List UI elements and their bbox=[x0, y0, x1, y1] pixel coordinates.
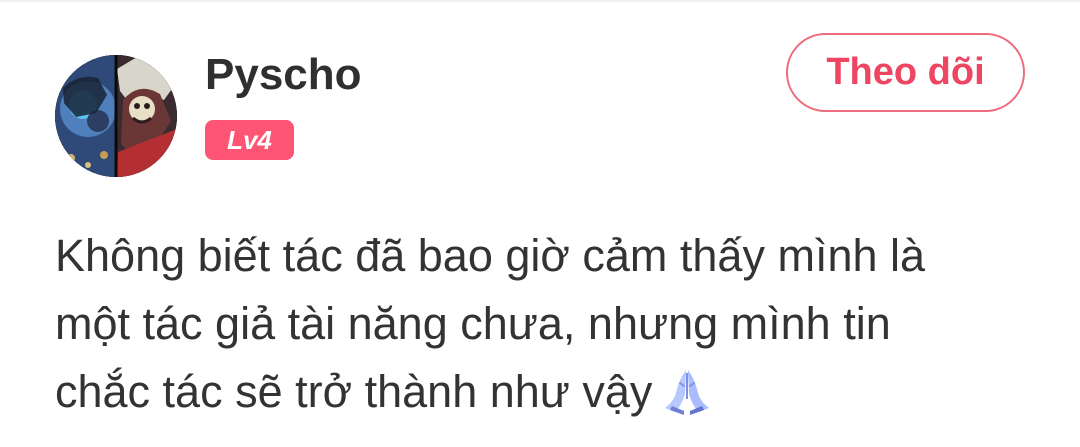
comment-line-3-text: chắc tác sẽ trở thành như vậy bbox=[55, 366, 653, 417]
comment-text: Không biết tác đã bao giờ cảm thấy mình … bbox=[55, 222, 1045, 426]
username[interactable]: Pyscho bbox=[205, 51, 362, 99]
comment-line-2: một tác giả tài năng chưa, nhưng mình ti… bbox=[55, 298, 891, 349]
follow-button[interactable]: Theo dõi bbox=[786, 33, 1025, 112]
top-divider bbox=[0, 0, 1080, 2]
avatar[interactable] bbox=[55, 55, 177, 177]
level-badge: Lv4 bbox=[205, 120, 294, 160]
comment-line-1: Không biết tác đã bao giờ cảm thấy mình … bbox=[55, 230, 926, 281]
comment-line-3: chắc tác sẽ trở thành như vậy bbox=[55, 358, 1045, 426]
praying-hands-icon bbox=[662, 365, 712, 415]
